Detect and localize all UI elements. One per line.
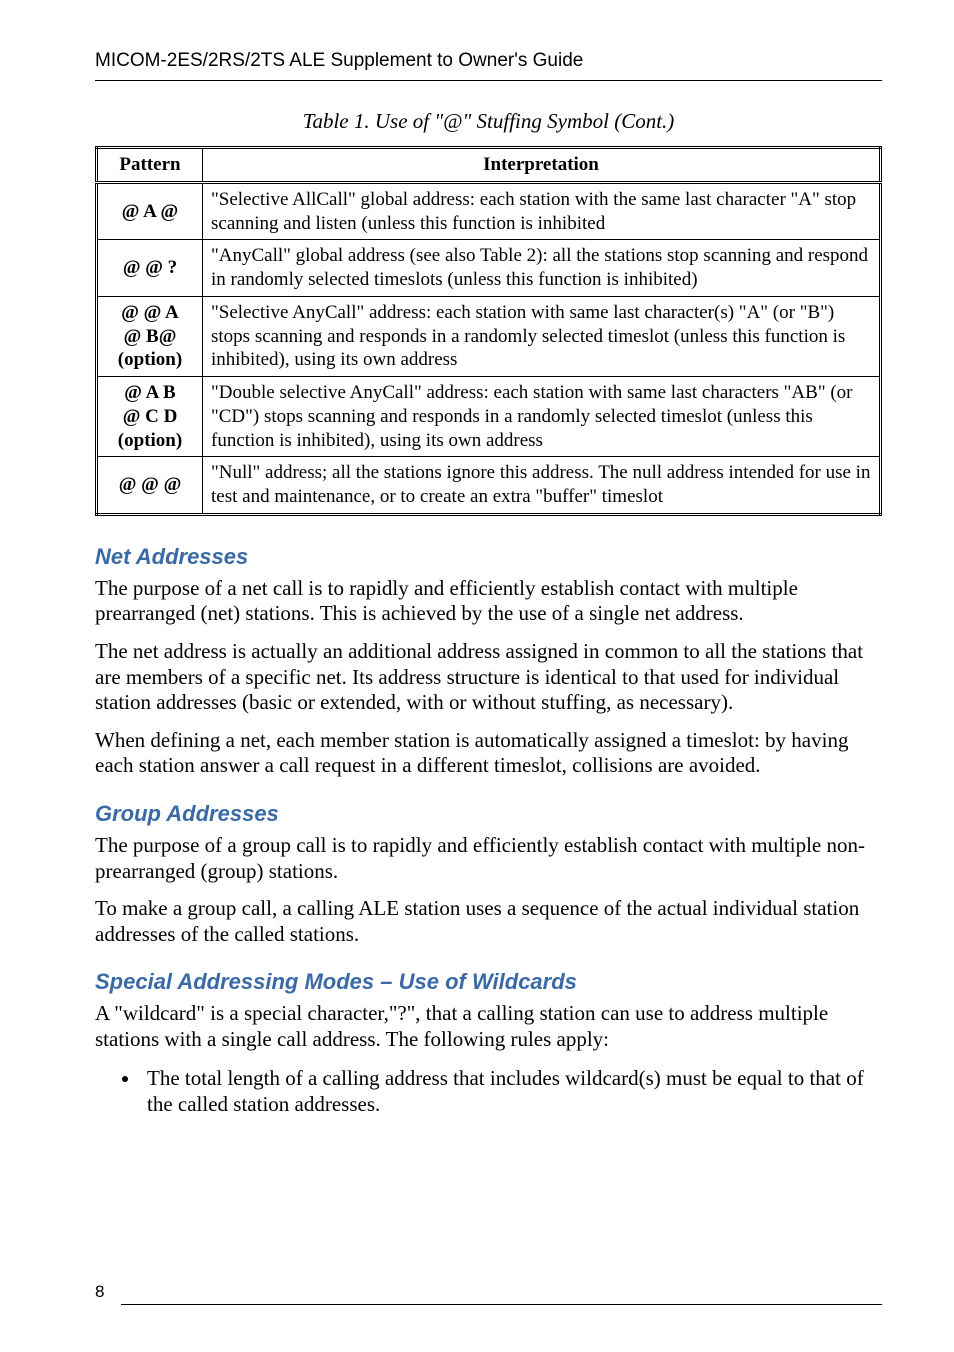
heading-group-addresses: Group Addresses [95, 801, 882, 827]
cell-interpretation: "AnyCall" global address (see also Table… [203, 240, 881, 297]
table-row: @ A B @ C D (option) "Double selective A… [97, 377, 881, 457]
paragraph: The purpose of a net call is to rapidly … [95, 576, 882, 627]
cell-interpretation: "Null" address; all the stations ignore … [203, 457, 881, 515]
list-item: The total length of a calling address th… [141, 1065, 882, 1117]
heading-special-addressing: Special Addressing Modes – Use of Wildca… [95, 969, 882, 995]
table-caption: Table 1. Use of "@" Stuffing Symbol (Con… [95, 109, 882, 134]
cell-pattern: @ A @ [97, 182, 203, 240]
table-row: @ A @ "Selective AllCall" global address… [97, 182, 881, 240]
page-footer: 8 [95, 1294, 882, 1306]
paragraph: To make a group call, a calling ALE stat… [95, 896, 882, 947]
doc-header: MICOM-2ES/2RS/2TS ALE Supplement to Owne… [95, 50, 882, 81]
page-number: 8 [95, 1282, 116, 1302]
table-row: @ @ ? "AnyCall" global address (see also… [97, 240, 881, 297]
cell-interpretation: "Selective AllCall" global address: each… [203, 182, 881, 240]
paragraph: When defining a net, each member station… [95, 728, 882, 779]
cell-pattern: @ @ A @ B@ (option) [97, 296, 203, 376]
heading-net-addresses: Net Addresses [95, 544, 882, 570]
cell-pattern: @ @ @ [97, 457, 203, 515]
col-header-interpretation: Interpretation [203, 148, 881, 183]
cell-pattern: @ @ ? [97, 240, 203, 297]
cell-interpretation: "Double selective AnyCall" address: each… [203, 377, 881, 457]
paragraph: The purpose of a group call is to rapidl… [95, 833, 882, 884]
col-header-pattern: Pattern [97, 148, 203, 183]
table-row: @ @ @ "Null" address; all the stations i… [97, 457, 881, 515]
paragraph: A "wildcard" is a special character,"?",… [95, 1001, 882, 1052]
bullet-list: The total length of a calling address th… [95, 1065, 882, 1117]
table-row: @ @ A @ B@ (option) "Selective AnyCall" … [97, 296, 881, 376]
stuffing-symbol-table: Pattern Interpretation @ A @ "Selective … [95, 146, 882, 516]
cell-pattern: @ A B @ C D (option) [97, 377, 203, 457]
cell-interpretation: "Selective AnyCall" address: each statio… [203, 296, 881, 376]
paragraph: The net address is actually an additiona… [95, 639, 882, 716]
